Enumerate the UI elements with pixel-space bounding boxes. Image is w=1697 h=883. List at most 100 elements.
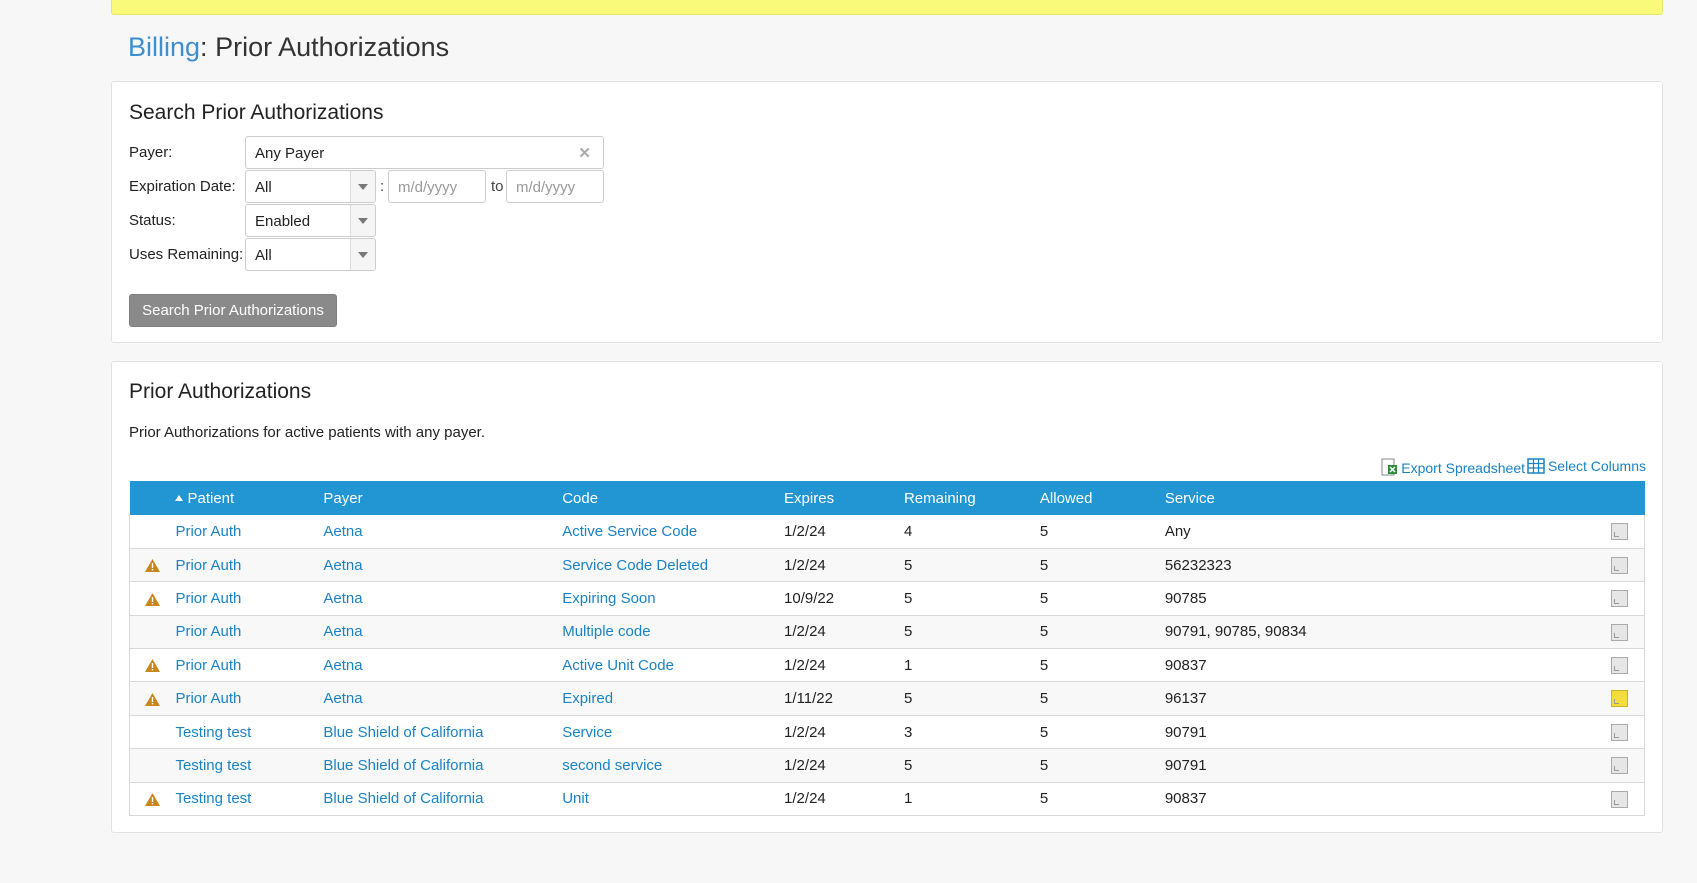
- allowed-cell: 5: [1039, 748, 1165, 783]
- code-cell: Service: [562, 715, 785, 750]
- service-cell: 90791: [1164, 748, 1595, 783]
- payer-link[interactable]: Aetna: [323, 657, 362, 674]
- payer-link[interactable]: Aetna: [323, 557, 362, 574]
- service-cell: 90837: [1164, 782, 1595, 817]
- note-cell: [1594, 615, 1646, 650]
- patient-link[interactable]: Prior Auth: [175, 523, 241, 540]
- patient-link[interactable]: Prior Auth: [175, 657, 241, 674]
- date-to-input[interactable]: m/d/yyyy: [506, 170, 604, 203]
- patient-link[interactable]: Testing test: [175, 757, 251, 774]
- date-to-placeholder: m/d/yyyy: [516, 179, 576, 196]
- note-icon[interactable]: [1610, 790, 1628, 808]
- status-select[interactable]: Enabled: [245, 204, 376, 237]
- export-spreadsheet-label: Export Spreadsheet: [1401, 460, 1525, 476]
- search-prior-authorizations-button[interactable]: Search Prior Authorizations: [129, 294, 337, 327]
- column-header-payer[interactable]: Payer: [323, 481, 563, 515]
- payer-link[interactable]: Blue Shield of California: [323, 757, 483, 774]
- warning-triangle-icon: [145, 592, 161, 606]
- patient-link[interactable]: Prior Auth: [175, 557, 241, 574]
- patient-link[interactable]: Prior Auth: [175, 690, 241, 707]
- column-header-patient[interactable]: Patient: [175, 481, 324, 515]
- payer-cell: Blue Shield of California: [323, 782, 563, 817]
- expires-cell: 1/2/24: [784, 648, 904, 683]
- payer-label: Payer:: [129, 144, 173, 161]
- date-from-input[interactable]: m/d/yyyy: [388, 170, 486, 203]
- note-icon[interactable]: [1610, 757, 1628, 775]
- note-icon[interactable]: [1610, 523, 1628, 541]
- patient-link[interactable]: Testing test: [175, 724, 251, 741]
- payer-link[interactable]: Aetna: [323, 623, 362, 640]
- service-cell: 90785: [1164, 581, 1595, 616]
- clear-x-icon[interactable]: ✕: [578, 144, 591, 162]
- service-cell: 90837: [1164, 648, 1595, 683]
- column-header-warning: [129, 481, 176, 515]
- date-range-to: to: [491, 178, 504, 195]
- payer-link[interactable]: Blue Shield of California: [323, 790, 483, 807]
- warning-cell: [129, 515, 176, 549]
- code-link[interactable]: Service Code Deleted: [562, 557, 708, 574]
- code-link[interactable]: Service: [562, 724, 612, 741]
- date-from-placeholder: m/d/yyyy: [398, 179, 458, 196]
- allowed-cell: 5: [1039, 548, 1165, 583]
- payer-select-value: Any Payer: [255, 145, 325, 162]
- search-panel: Search Prior Authorizations Payer: Any P…: [111, 81, 1663, 343]
- results-description: Prior Authorizations for active patients…: [129, 424, 486, 441]
- column-header-notes: [1594, 481, 1645, 515]
- code-link[interactable]: Expired: [562, 690, 613, 707]
- column-header-code[interactable]: Code: [562, 481, 785, 515]
- code-link[interactable]: Expiring Soon: [562, 590, 655, 607]
- patient-cell: Prior Auth: [175, 615, 324, 650]
- warning-cell: [129, 782, 176, 817]
- note-cell: [1594, 748, 1646, 783]
- patient-link[interactable]: Prior Auth: [175, 623, 241, 640]
- payer-cell: Blue Shield of California: [323, 748, 563, 783]
- note-icon[interactable]: [1610, 590, 1628, 608]
- patient-cell: Prior Auth: [175, 681, 324, 716]
- column-header-allowed[interactable]: Allowed: [1039, 481, 1165, 515]
- expiration-date-select[interactable]: All: [245, 170, 376, 203]
- warning-cell: [129, 715, 176, 750]
- patient-link[interactable]: Prior Auth: [175, 590, 241, 607]
- code-cell: Multiple code: [562, 615, 785, 650]
- chevron-down-icon: [350, 239, 375, 270]
- search-panel-title: Search Prior Authorizations: [129, 101, 384, 124]
- export-spreadsheet-link[interactable]: Export Spreadsheet: [1380, 458, 1525, 476]
- select-columns-label: Select Columns: [1547, 458, 1646, 474]
- column-header-service[interactable]: Service: [1164, 481, 1595, 515]
- note-icon[interactable]: [1610, 723, 1628, 741]
- payer-select[interactable]: Any Payer ✕: [245, 136, 604, 169]
- payer-link[interactable]: Aetna: [323, 690, 362, 707]
- note-icon[interactable]: [1610, 556, 1628, 574]
- payer-cell: Aetna: [323, 615, 563, 650]
- code-link[interactable]: second service: [562, 757, 662, 774]
- note-icon[interactable]: [1610, 623, 1628, 641]
- note-cell: [1594, 581, 1646, 616]
- code-cell: Active Unit Code: [562, 648, 785, 683]
- payer-link[interactable]: Aetna: [323, 590, 362, 607]
- service-cell: Any: [1164, 515, 1595, 549]
- payer-link[interactable]: Aetna: [323, 523, 362, 540]
- code-link[interactable]: Unit: [562, 790, 589, 807]
- results-panel: Prior Authorizations Prior Authorization…: [111, 361, 1663, 833]
- patient-link[interactable]: Testing test: [175, 790, 251, 807]
- column-header-remaining[interactable]: Remaining: [903, 481, 1040, 515]
- uses-remaining-select[interactable]: All: [245, 238, 376, 271]
- warning-triangle-icon: [145, 559, 161, 573]
- table-row: Prior Auth Aetna Multiple code 1/2/24 5 5 9079…: [129, 615, 1646, 650]
- payer-link[interactable]: Blue Shield of California: [323, 724, 483, 741]
- allowed-cell: 5: [1039, 581, 1165, 616]
- expiration-date-value: All: [255, 179, 272, 196]
- note-icon[interactable]: [1610, 657, 1628, 675]
- code-link[interactable]: Multiple code: [562, 623, 650, 640]
- note-icon[interactable]: [1610, 690, 1628, 708]
- code-cell: Service Code Deleted: [562, 548, 785, 583]
- select-columns-link[interactable]: Select Columns: [1527, 458, 1646, 474]
- code-link[interactable]: Active Unit Code: [562, 657, 674, 674]
- breadcrumb-billing[interactable]: Billing: [128, 32, 200, 62]
- code-link[interactable]: Active Service Code: [562, 523, 697, 540]
- note-cell: [1594, 548, 1646, 583]
- expires-cell: 1/11/22: [784, 681, 904, 716]
- column-header-expires[interactable]: Expires: [784, 481, 904, 515]
- service-cell: 90791: [1164, 715, 1595, 750]
- expires-cell: 1/2/24: [784, 515, 904, 549]
